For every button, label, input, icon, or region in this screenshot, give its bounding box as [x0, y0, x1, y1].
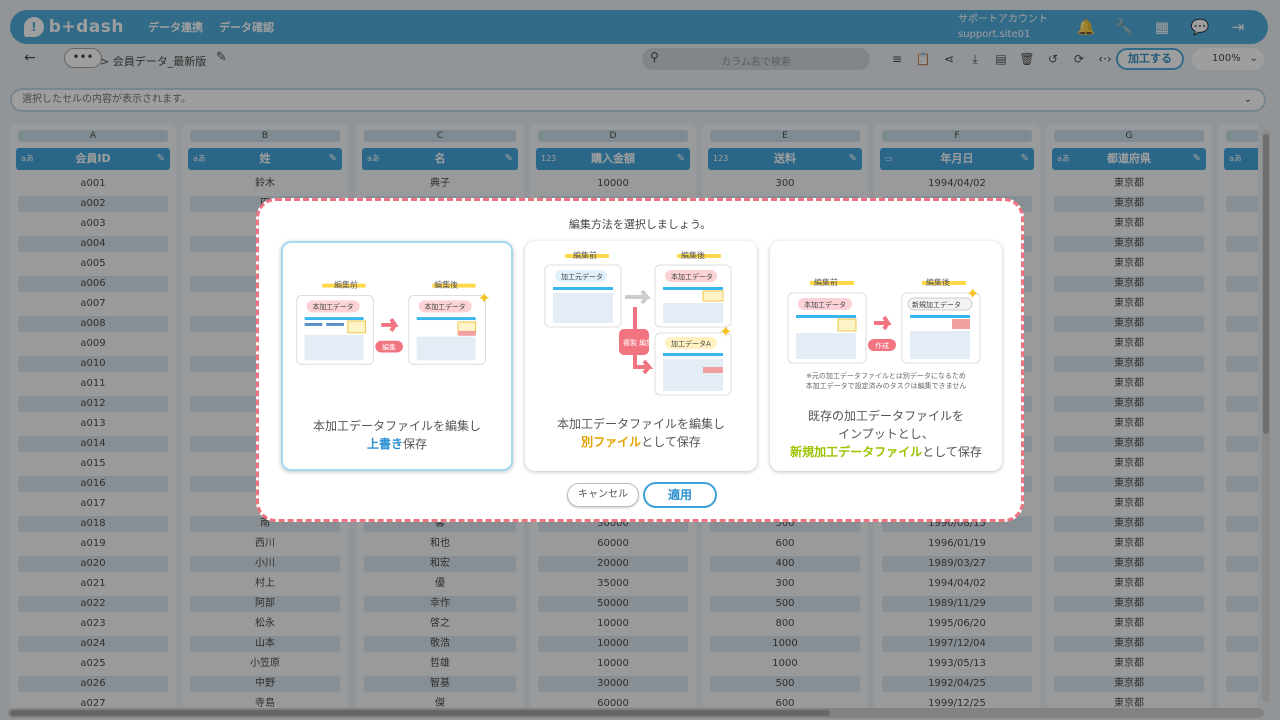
svg-text:本加工データ: 本加工データ: [804, 300, 846, 309]
svg-text:編集後: 編集後: [926, 277, 950, 287]
option-card-overwrite[interactable]: 編集前 編集後 本加工データ 編集 本加工データ ✦ 本加工データファイルを編集…: [281, 241, 513, 471]
overwrite-desc-line1: 本加工データファイルを編集し: [312, 419, 481, 433]
svg-text:加工データA: 加工データA: [671, 339, 711, 348]
new-file-desc-line2: インプットとし、: [838, 427, 934, 441]
overwrite-desc-rest: 保存: [403, 437, 428, 451]
new-file-desc-rest: として保存: [922, 445, 982, 459]
modal-title: 編集方法を選択しましょう。: [568, 218, 712, 231]
save-as-desc-line2: 別ファイルとして保存: [525, 433, 757, 451]
svg-text:✦: ✦: [719, 322, 732, 341]
svg-text:✦: ✦: [478, 288, 491, 307]
save-as-desc-line1: 本加工データファイルを編集し: [556, 417, 725, 431]
svg-text:複製 編集: 複製 編集: [623, 338, 653, 347]
save-as-desc-rest: として保存: [641, 435, 701, 449]
svg-text:編集前: 編集前: [334, 280, 358, 290]
svg-text:本加工データ: 本加工データ: [671, 272, 713, 281]
svg-text:編集後: 編集後: [681, 250, 705, 260]
save-as-highlight: 別ファイル: [581, 435, 642, 449]
svg-text:編集前: 編集前: [814, 277, 838, 287]
overwrite-illustration: 編集前 編集後 本加工データ 編集 本加工データ ✦: [296, 280, 491, 365]
apply-button[interactable]: 適用: [643, 482, 717, 508]
edit-method-modal: 編集方法を選択しましょう。 編集前 編集後 本加工データ 編集 本加工データ ✦…: [256, 198, 1024, 522]
svg-text:加工元データ: 加工元データ: [561, 272, 603, 281]
option-card-new-file[interactable]: 編集前 編集後 本加工データ 作成 新規加工データ ✦ ※元の加工データファイル…: [770, 241, 1002, 471]
svg-text:✦: ✦: [966, 284, 979, 303]
cancel-button[interactable]: キャンセル: [567, 483, 639, 507]
overwrite-highlight: 上書き: [366, 437, 403, 451]
new-file-desc-line1: 既存の加工データファイルを: [807, 409, 964, 423]
svg-text:編集後: 編集後: [434, 280, 458, 290]
option-card-save-as[interactable]: 編集前 編集後 加工元データ 本加工データ 複製 編集 加工データA ✦ 本加工…: [525, 241, 757, 471]
new-file-note-2: 本加工データで設定済みのタスクは編集できません: [805, 382, 967, 390]
svg-text:本加工データ: 本加工データ: [425, 302, 466, 311]
app-window: ! b+dash データ連携 データ確認 サポートアカウント support.s…: [0, 0, 1280, 720]
svg-text:編集: 編集: [382, 343, 396, 352]
svg-text:編集前: 編集前: [573, 250, 597, 260]
new-file-highlight: 新規加工データファイル: [790, 445, 923, 459]
new-file-desc-line3: 新規加工データファイルとして保存: [770, 443, 1002, 461]
svg-text:新規加工データ: 新規加工データ: [912, 300, 961, 309]
save-as-illustration: 編集前 編集後 加工元データ 本加工データ 複製 編集 加工データA ✦: [544, 250, 732, 396]
overwrite-desc-line2: 上書き保存: [283, 435, 511, 453]
svg-text:作成: 作成: [875, 341, 889, 350]
svg-text:本加工データ: 本加工データ: [312, 302, 353, 311]
new-file-note-1: ※元の加工データファイルとは別データになるため: [806, 372, 966, 380]
